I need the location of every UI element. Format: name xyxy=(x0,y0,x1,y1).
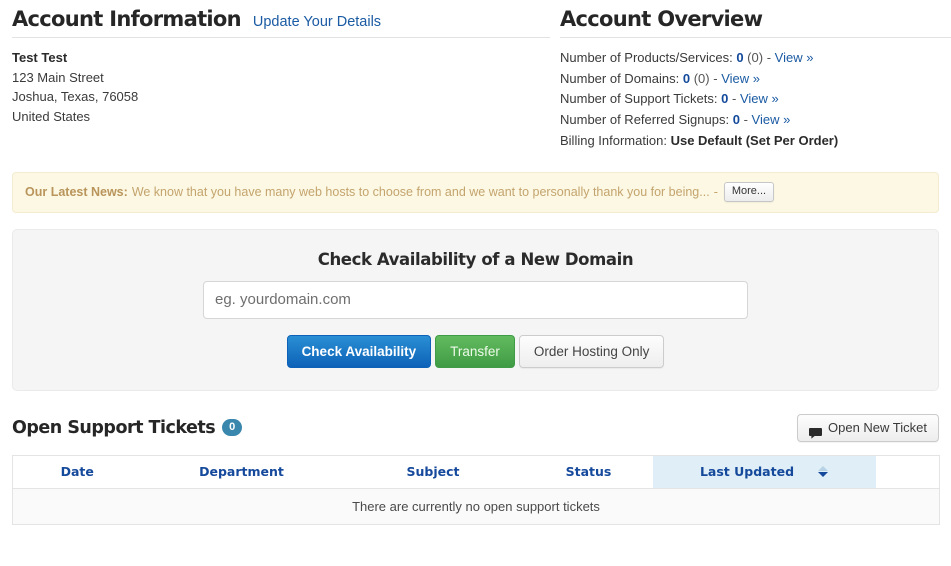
column-header-department[interactable]: Department xyxy=(141,455,342,489)
news-more-button[interactable]: More... xyxy=(723,182,775,203)
overview-view-link-tickets[interactable]: View » xyxy=(740,91,779,106)
account-country: United States xyxy=(12,108,91,124)
overview-row-products: Number of Products/Services: 0 (0) - Vie… xyxy=(560,48,951,69)
overview-row-referrals: Number of Referred Signups: 0 - View » xyxy=(560,110,951,131)
overview-dash-referrals: - xyxy=(743,112,748,128)
comment-icon xyxy=(809,422,822,439)
overview-dash-domains: - xyxy=(713,70,718,86)
column-header-last-updated-label: Last Updated xyxy=(699,464,795,480)
top-summary-row: Account Information Update Your Details … xyxy=(12,0,951,152)
account-overview-header: Account Overview xyxy=(560,7,951,39)
overview-label-products: Number of Products/Services: xyxy=(560,50,733,66)
news-label: Our Latest News: xyxy=(25,185,128,200)
sort-descending-icon[interactable] xyxy=(818,466,829,478)
overview-view-link-referrals[interactable]: View » xyxy=(752,112,791,127)
open-new-ticket-button[interactable]: Open New Ticket xyxy=(797,413,939,442)
domain-panel-title: Check Availability of a New Domain xyxy=(317,249,634,269)
tickets-table-head: Date Department Subject Status Last Upda… xyxy=(12,455,940,489)
overview-count-domains: 0 xyxy=(682,70,691,86)
overview-paren-products: (0) xyxy=(747,50,764,66)
overview-paren-domains: (0) xyxy=(693,70,710,86)
column-header-last-updated[interactable]: Last Updated xyxy=(652,455,876,489)
overview-count-tickets: 0 xyxy=(721,91,729,107)
overview-view-link-products[interactable]: View » xyxy=(775,50,814,65)
column-header-actions xyxy=(875,455,940,489)
domain-availability-panel: Check Availability of a New Domain Check… xyxy=(12,228,939,391)
account-address-line2: Joshua, Texas, 76058 xyxy=(12,89,139,105)
column-header-status[interactable]: Status xyxy=(524,455,653,489)
account-information-header: Account Information Update Your Details xyxy=(12,7,550,39)
overview-count-referrals: 0 xyxy=(732,112,740,128)
tickets-table-body: There are currently no open support tick… xyxy=(12,487,940,525)
open-support-tickets-header: Open Support Tickets 0 Open New Ticket xyxy=(12,413,939,443)
tickets-header-row: Date Department Subject Status Last Upda… xyxy=(12,455,940,489)
table-row-empty: There are currently no open support tick… xyxy=(12,487,940,525)
tickets-count-badge: 0 xyxy=(222,419,243,437)
domain-action-buttons: Check Availability Transfer Order Hostin… xyxy=(23,334,928,368)
column-header-date[interactable]: Date xyxy=(12,455,142,489)
overview-label-tickets: Number of Support Tickets: xyxy=(560,91,718,107)
update-your-details-link[interactable]: Update Your Details xyxy=(253,14,381,30)
support-tickets-table: Date Department Subject Status Last Upda… xyxy=(12,454,940,525)
tickets-section-title: Open Support Tickets xyxy=(12,417,216,438)
open-new-ticket-label: Open New Ticket xyxy=(828,419,927,435)
overview-dash-tickets: - xyxy=(732,91,737,107)
overview-label-billing: Billing Information: xyxy=(560,132,667,148)
overview-view-link-domains[interactable]: View » xyxy=(721,71,760,86)
overview-label-domains: Number of Domains: xyxy=(560,70,680,86)
page-root: Account Information Update Your Details … xyxy=(0,0,951,525)
overview-row-domains: Number of Domains: 0 (0) - View » xyxy=(560,69,951,90)
overview-count-products: 0 xyxy=(736,50,744,66)
news-text: We know that you have many web hosts to … xyxy=(131,185,710,200)
column-header-subject[interactable]: Subject xyxy=(341,455,525,489)
domain-search-input[interactable] xyxy=(203,280,748,319)
news-separator: - xyxy=(713,185,718,200)
account-holder-name: Test Test xyxy=(12,50,68,66)
overview-value-billing: Use Default (Set Per Order) xyxy=(670,132,839,148)
account-overview-title: Account Overview xyxy=(560,7,763,31)
tickets-title-group: Open Support Tickets 0 xyxy=(12,417,243,438)
latest-news-banner: Our Latest News: We know that you have m… xyxy=(12,171,939,213)
order-hosting-only-button[interactable]: Order Hosting Only xyxy=(518,334,665,368)
check-availability-button[interactable]: Check Availability xyxy=(286,334,432,368)
transfer-button[interactable]: Transfer xyxy=(435,334,515,368)
overview-row-billing: Billing Information: Use Default (Set Pe… xyxy=(560,131,951,152)
overview-row-tickets: Number of Support Tickets: 0 - View » xyxy=(560,89,951,110)
account-address-line1: 123 Main Street xyxy=(12,69,104,85)
page-title: Account Information xyxy=(12,7,242,31)
account-information-section: Account Information Update Your Details … xyxy=(12,8,560,126)
tickets-empty-message: There are currently no open support tick… xyxy=(12,487,940,525)
overview-dash-products: - xyxy=(766,50,772,66)
account-overview-section: Account Overview Number of Products/Serv… xyxy=(560,8,951,152)
overview-label-referrals: Number of Referred Signups: xyxy=(560,112,730,128)
